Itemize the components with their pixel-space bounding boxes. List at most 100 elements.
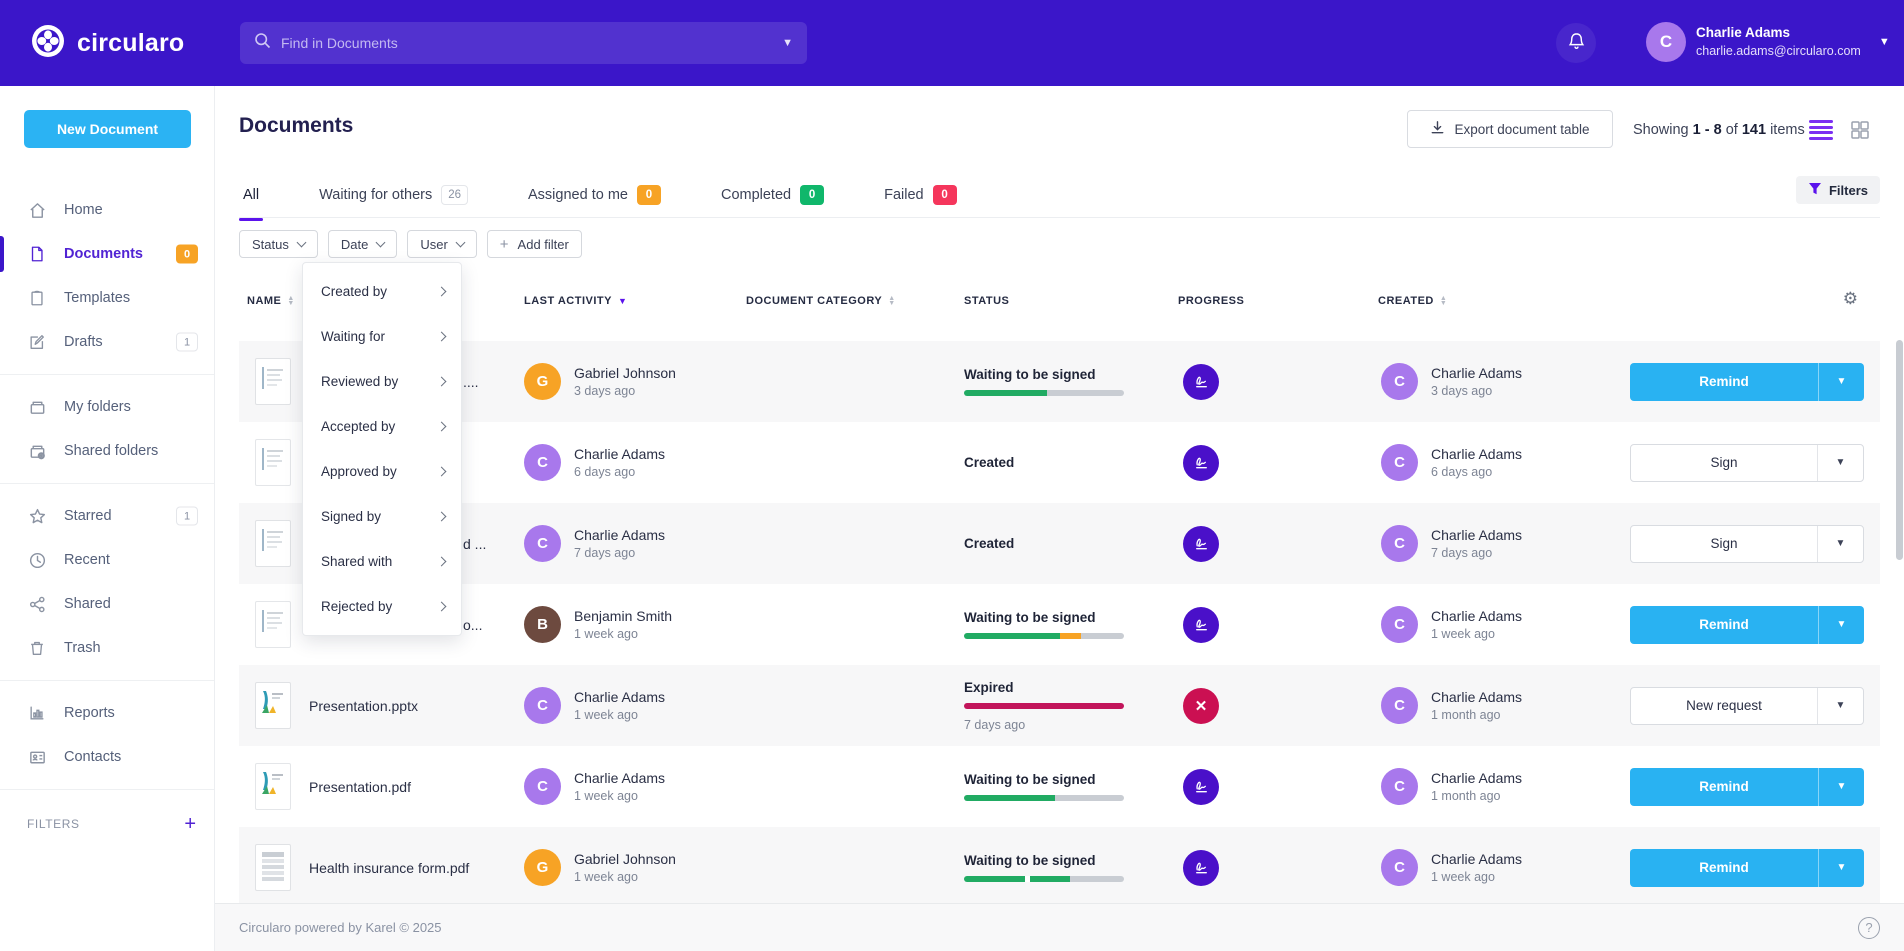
- document-name: Presentation.pptx: [309, 698, 418, 714]
- menu-item-created-by[interactable]: Created by: [303, 269, 461, 314]
- sidebar-item-templates[interactable]: Templates: [0, 276, 214, 320]
- search-input[interactable]: [281, 35, 782, 51]
- new-document-button[interactable]: New Document: [24, 110, 191, 148]
- cell-action: Sign ▼: [1607, 444, 1880, 482]
- user-email: charlie.adams@circularo.com: [1696, 43, 1861, 60]
- remind-button[interactable]: Remind ▼: [1630, 606, 1864, 644]
- sidebar: New Document Home Documents 0 Templates …: [0, 86, 215, 951]
- sidebar-item-label: Trash: [64, 640, 101, 656]
- circularo-logo[interactable]: circularo: [30, 23, 184, 64]
- document-name: ....: [463, 374, 479, 390]
- sidebar-item-shared-folders[interactable]: Shared folders: [0, 429, 214, 473]
- remind-button[interactable]: Remind ▼: [1630, 363, 1864, 401]
- search-scope-caret-icon[interactable]: ▼: [782, 37, 793, 49]
- menu-item-reviewed-by[interactable]: Reviewed by: [303, 359, 461, 404]
- menu-item-accepted-by[interactable]: Accepted by: [303, 404, 461, 449]
- created-avatar: C: [1381, 444, 1418, 481]
- document-name: o...: [463, 617, 482, 633]
- sort-arrows-icon: ▲▼: [287, 296, 294, 306]
- sidebar-item-trash[interactable]: Trash: [0, 626, 214, 670]
- activity-avatar: C: [524, 444, 561, 481]
- tab-all[interactable]: All: [239, 182, 263, 219]
- tab-failed[interactable]: Failed 0: [880, 182, 961, 219]
- action-caret-icon[interactable]: ▼: [1818, 849, 1864, 887]
- table-row[interactable]: d ... C Charlie Adams 7 days ago Created: [239, 503, 1880, 584]
- chevron-right-icon: [437, 287, 447, 297]
- sidebar-item-starred[interactable]: Starred 1: [0, 494, 214, 538]
- list-view-toggle[interactable]: [1809, 120, 1833, 140]
- column-header-document-category[interactable]: DOCUMENT CATEGORY ▲▼: [746, 295, 964, 307]
- tab-waiting-for-others[interactable]: Waiting for others 26: [315, 182, 472, 219]
- menu-item-signed-by[interactable]: Signed by: [303, 494, 461, 539]
- menu-item-rejected-by[interactable]: Rejected by: [303, 584, 461, 629]
- notifications-button[interactable]: [1556, 23, 1596, 63]
- sidebar-item-shared[interactable]: Shared: [0, 582, 214, 626]
- created-avatar: C: [1381, 687, 1418, 724]
- cell-action: Remind ▼: [1607, 363, 1880, 401]
- tab-assigned-to-me[interactable]: Assigned to me 0: [524, 182, 665, 219]
- cell-progress: ✕: [1169, 688, 1367, 724]
- action-button-label[interactable]: Sign: [1631, 526, 1817, 562]
- global-search[interactable]: ▼: [240, 22, 807, 64]
- table-row[interactable]: Health insurance form.pdf G Gabriel John…: [239, 827, 1880, 908]
- sign-button[interactable]: Sign ▼: [1630, 444, 1864, 482]
- filter-chip-status[interactable]: Status: [239, 230, 318, 258]
- sort-arrows-icon: ▲▼: [888, 296, 895, 306]
- new-request-button[interactable]: New request ▼: [1630, 687, 1864, 725]
- help-icon[interactable]: ?: [1858, 917, 1880, 939]
- filters-button[interactable]: Filters: [1796, 176, 1880, 204]
- user-menu[interactable]: C Charlie Adams charlie.adams@circularo.…: [1646, 22, 1890, 62]
- cell-created: C Charlie Adams 7 days ago: [1367, 525, 1607, 562]
- action-button-label[interactable]: New request: [1631, 688, 1817, 724]
- column-header-status[interactable]: STATUS: [964, 295, 1169, 307]
- filter-chip-date[interactable]: Date: [328, 230, 397, 258]
- status-label: Waiting to be signed: [964, 610, 1169, 625]
- cell-action: New request ▼: [1607, 687, 1880, 725]
- action-caret-icon[interactable]: ▼: [1817, 688, 1863, 724]
- sign-button[interactable]: Sign ▼: [1630, 525, 1864, 563]
- table-row[interactable]: .... G Gabriel Johnson 3 days ago Waitin…: [239, 341, 1880, 422]
- table-row[interactable]: C Charlie Adams 6 days ago Created C: [239, 422, 1880, 503]
- action-caret-icon[interactable]: ▼: [1817, 445, 1863, 481]
- table-row[interactable]: Presentation.pdf C Charlie Adams 1 week …: [239, 746, 1880, 827]
- sidebar-item-drafts[interactable]: Drafts 1: [0, 320, 214, 364]
- action-button-label[interactable]: Remind: [1630, 606, 1818, 644]
- status-progress-bar: [964, 390, 1124, 396]
- add-sidebar-filter-button[interactable]: +: [184, 814, 196, 834]
- sidebar-item-recent[interactable]: Recent: [0, 538, 214, 582]
- action-caret-icon[interactable]: ▼: [1818, 363, 1864, 401]
- vertical-scrollbar[interactable]: [1896, 340, 1903, 560]
- remind-button[interactable]: Remind ▼: [1630, 849, 1864, 887]
- action-button-label[interactable]: Remind: [1630, 849, 1818, 887]
- column-header-progress[interactable]: PROGRESS: [1169, 295, 1367, 307]
- document-name: Health insurance form.pdf: [309, 860, 469, 876]
- sidebar-item-my-folders[interactable]: My folders: [0, 385, 214, 429]
- add-filter-button[interactable]: +Add filter: [487, 230, 582, 258]
- sidebar-item-documents[interactable]: Documents 0: [0, 232, 214, 276]
- menu-item-approved-by[interactable]: Approved by: [303, 449, 461, 494]
- column-header-last-activity[interactable]: LAST ACTIVITY ▼: [524, 295, 746, 307]
- table-settings-gear-icon[interactable]: ⚙: [1843, 289, 1858, 309]
- filter-chip-user[interactable]: User: [407, 230, 476, 258]
- action-caret-icon[interactable]: ▼: [1818, 606, 1864, 644]
- menu-item-label: Rejected by: [321, 599, 392, 614]
- action-caret-icon[interactable]: ▼: [1817, 526, 1863, 562]
- remind-button[interactable]: Remind ▼: [1630, 768, 1864, 806]
- sidebar-item-home[interactable]: Home: [0, 188, 214, 232]
- table-row[interactable]: o... B Benjamin Smith 1 week ago Waiting…: [239, 584, 1880, 665]
- action-button-label[interactable]: Remind: [1630, 363, 1818, 401]
- menu-item-waiting-for[interactable]: Waiting for: [303, 314, 461, 359]
- grid-view-toggle[interactable]: [1849, 119, 1871, 141]
- menu-item-shared-with[interactable]: Shared with: [303, 539, 461, 584]
- column-header-created[interactable]: CREATED ▲▼: [1367, 295, 1607, 307]
- sidebar-item-reports[interactable]: Reports: [0, 691, 214, 735]
- action-caret-icon[interactable]: ▼: [1818, 768, 1864, 806]
- sidebar-item-label: Shared folders: [64, 443, 158, 459]
- sidebar-item-contacts[interactable]: Contacts: [0, 735, 214, 779]
- action-button-label[interactable]: Remind: [1630, 768, 1818, 806]
- export-document-table-button[interactable]: Export document table: [1407, 110, 1613, 148]
- table-row[interactable]: Presentation.pptx C Charlie Adams 1 week…: [239, 665, 1880, 746]
- tab-completed[interactable]: Completed 0: [717, 182, 828, 219]
- sidebar-item-label: Templates: [64, 290, 130, 306]
- action-button-label[interactable]: Sign: [1631, 445, 1817, 481]
